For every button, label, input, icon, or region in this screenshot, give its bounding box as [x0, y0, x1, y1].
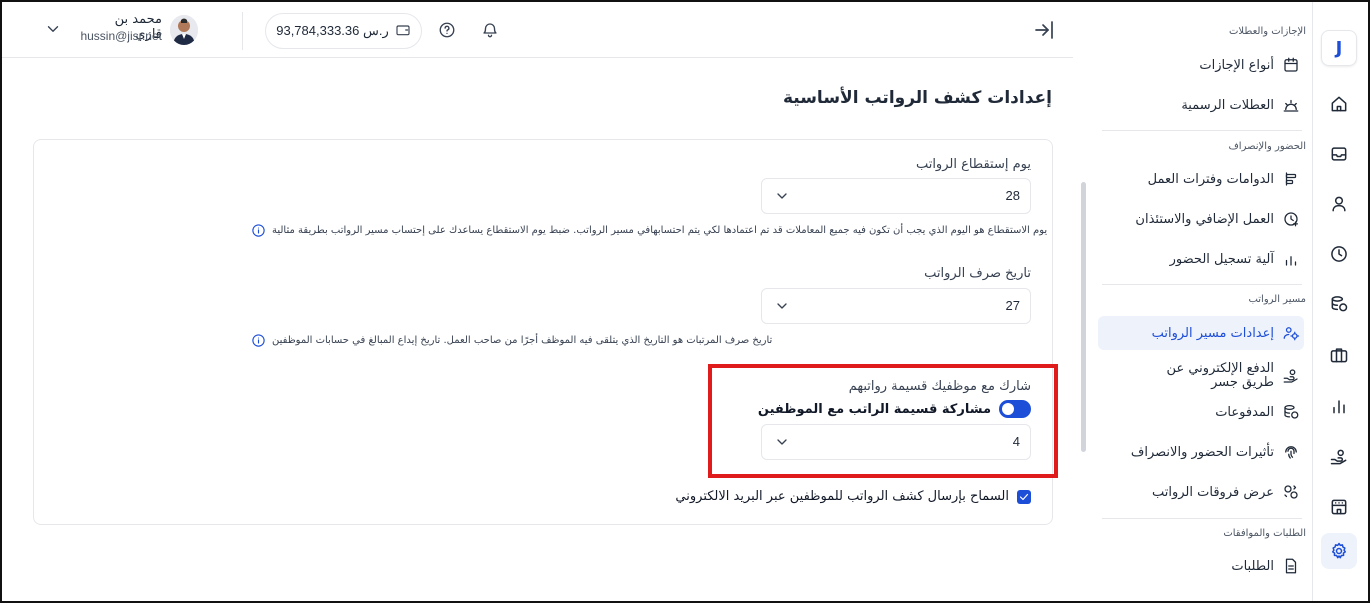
nav-item-label: العمل الإضافي والاستئذان: [1135, 211, 1274, 227]
clock-plus-icon: [1284, 212, 1299, 227]
deduction-day-label: يوم إستقطاع الرواتب: [915, 157, 1031, 172]
nav-divider: [1102, 518, 1302, 519]
collapse-sidebar-icon[interactable]: [1032, 18, 1058, 44]
nav-item-e-payment[interactable]: الدفع الإلكتروني عن طريق جسر: [1098, 356, 1304, 396]
nav-group-payroll: مسير الرواتب: [1248, 294, 1306, 305]
deduction-day-help-text: يوم الاستقطاع هو اليوم الذي يجب أن تكون …: [272, 225, 1048, 236]
email-payslip-row: السماح بإرسال كشف الرواتب للموظفين عبر ا…: [675, 489, 1031, 504]
briefcase-icon[interactable]: [1321, 337, 1357, 373]
balance-amount: 93,784,333.36 ر.س: [276, 23, 389, 38]
share-payslip-section-label: شارك مع موظفيك قسيمة رواتبهم: [848, 379, 1031, 394]
header-divider: [242, 12, 243, 50]
nav-item-label: الدفع الإلكتروني عن طريق جسر: [1166, 361, 1274, 390]
nav-item-holidays[interactable]: العطلات الرسمية: [1098, 88, 1304, 122]
chevron-down-icon: [774, 298, 790, 314]
nav-item-label: آلية تسجيل الحضور: [1169, 251, 1274, 267]
deduction-day-select[interactable]: 28: [761, 178, 1031, 214]
app-window: محمد بن قازي hussin@jisr.net 93,784,333.…: [0, 0, 1370, 603]
info-icon: [252, 224, 265, 237]
settings-sidebar: الإجازات والعطلات أنواع الإجازات العطلات…: [1090, 2, 1312, 601]
nav-item-payments[interactable]: المدفوعات: [1098, 395, 1304, 429]
payment-date-label: تاريخ صرف الرواتب: [924, 266, 1031, 281]
users-cog-icon: [1283, 327, 1300, 341]
share-payslip-value: 4: [1012, 434, 1020, 449]
home-icon[interactable]: [1321, 86, 1357, 122]
share-payslip-select[interactable]: 4: [761, 424, 1031, 460]
nav-item-label: أنواع الإجازات: [1199, 57, 1274, 73]
deduction-day-value: 28: [1005, 188, 1020, 203]
payroll-settings-card: يوم إستقطاع الرواتب 28 يوم الاستقطاع هو …: [33, 139, 1053, 525]
fingerprint-icon: [1285, 446, 1297, 459]
bell-icon[interactable]: [481, 21, 499, 39]
nav-item-payroll-diffs[interactable]: عرض فروقات الرواتب: [1098, 475, 1304, 509]
avatar[interactable]: [170, 15, 198, 45]
building-icon[interactable]: [1321, 489, 1357, 525]
email-payslip-checkbox[interactable]: [1017, 489, 1031, 504]
calendar-icon: [1284, 57, 1298, 72]
file-text-icon: [1285, 558, 1297, 574]
icon-rail: J: [1312, 2, 1368, 601]
nav-item-label: إعدادات مسير الرواتب: [1151, 325, 1274, 341]
app-logo[interactable]: J: [1321, 30, 1357, 66]
nav-group-leaves: الإجازات والعطلات: [1229, 26, 1306, 37]
email-payslip-label: السماح بإرسال كشف الرواتب للموظفين عبر ا…: [675, 489, 1009, 504]
nav-item-label: العطلات الرسمية: [1181, 97, 1274, 113]
content-scrollbar[interactable]: [1081, 182, 1086, 452]
share-payslip-toggle-row: مشاركة قسيمة الراتب مع الموظفين: [758, 400, 1031, 418]
payment-date-select[interactable]: 27: [761, 288, 1031, 324]
hand-coins-icon: [1283, 369, 1298, 383]
coins-icon: [1284, 404, 1299, 419]
nav-item-leave-types[interactable]: أنواع الإجازات: [1098, 48, 1304, 82]
info-icon: [252, 334, 265, 347]
nav-item-label: الطلبات: [1231, 558, 1274, 574]
nav-item-attendance-effects[interactable]: تأثيرات الحضور والانصراف: [1098, 435, 1304, 469]
nav-item-label: المدفوعات: [1215, 404, 1274, 420]
help-circle-icon[interactable]: [438, 21, 456, 39]
user-menu-chevron-icon[interactable]: [44, 20, 62, 38]
align-bars-icon: [1285, 172, 1297, 186]
coins-swap-icon: [1284, 485, 1298, 499]
wallet-icon: [395, 22, 411, 41]
bar-chart-icon: [1285, 256, 1297, 266]
chevron-down-icon: [774, 188, 790, 204]
nav-group-requests: الطلبات والموافقات: [1223, 528, 1306, 539]
deduction-day-help: يوم الاستقطاع هو اليوم الذي يجب أن تكون …: [251, 223, 1047, 238]
payment-date-help: تاريخ صرف المرتبات هو التاريخ الذي يتلقى…: [251, 333, 1031, 348]
payment-date-value: 27: [1005, 298, 1020, 313]
chevron-down-icon: [774, 434, 790, 450]
share-payslip-toggle[interactable]: [999, 400, 1031, 418]
clock-icon[interactable]: [1321, 236, 1357, 272]
nav-item-label: عرض فروقات الرواتب: [1151, 484, 1274, 500]
chart-icon[interactable]: [1321, 388, 1357, 424]
nav-group-attendance: الحضور والإنصراف: [1228, 141, 1306, 152]
wallet-balance[interactable]: 93,784,333.36 ر.س: [265, 13, 422, 49]
page-title: إعدادات كشف الرواتب الأساسية: [782, 88, 1052, 108]
top-bar: محمد بن قازي hussin@jisr.net 93,784,333.…: [2, 2, 1073, 58]
nav-item-attendance-mechanism[interactable]: آلية تسجيل الحضور: [1098, 242, 1304, 276]
share-payslip-toggle-label: مشاركة قسيمة الراتب مع الموظفين: [757, 401, 991, 417]
coins-icon[interactable]: [1321, 286, 1357, 322]
nav-item-overtime[interactable]: العمل الإضافي والاستئذان: [1098, 202, 1304, 236]
nav-item-requests[interactable]: الطلبات: [1098, 549, 1304, 583]
payment-date-help-text: تاريخ صرف المرتبات هو التاريخ الذي يتلقى…: [272, 335, 773, 346]
gear-icon[interactable]: [1321, 533, 1357, 569]
nav-item-payroll-settings[interactable]: إعدادات مسير الرواتب: [1098, 316, 1304, 350]
user-email: hussin@jisr.net: [80, 29, 162, 43]
nav-item-label: الدوامات وفترات العمل: [1147, 171, 1274, 187]
inbox-icon[interactable]: [1321, 136, 1357, 172]
logo-letter: J: [1335, 37, 1343, 59]
hand-coins-icon[interactable]: [1321, 439, 1357, 475]
sunrise-icon: [1283, 99, 1299, 112]
nav-divider: [1102, 130, 1302, 131]
nav-item-label: تأثيرات الحضور والانصراف: [1130, 444, 1274, 460]
user-icon[interactable]: [1321, 186, 1357, 222]
nav-divider: [1102, 284, 1302, 285]
nav-item-shifts[interactable]: الدوامات وفترات العمل: [1098, 162, 1304, 196]
